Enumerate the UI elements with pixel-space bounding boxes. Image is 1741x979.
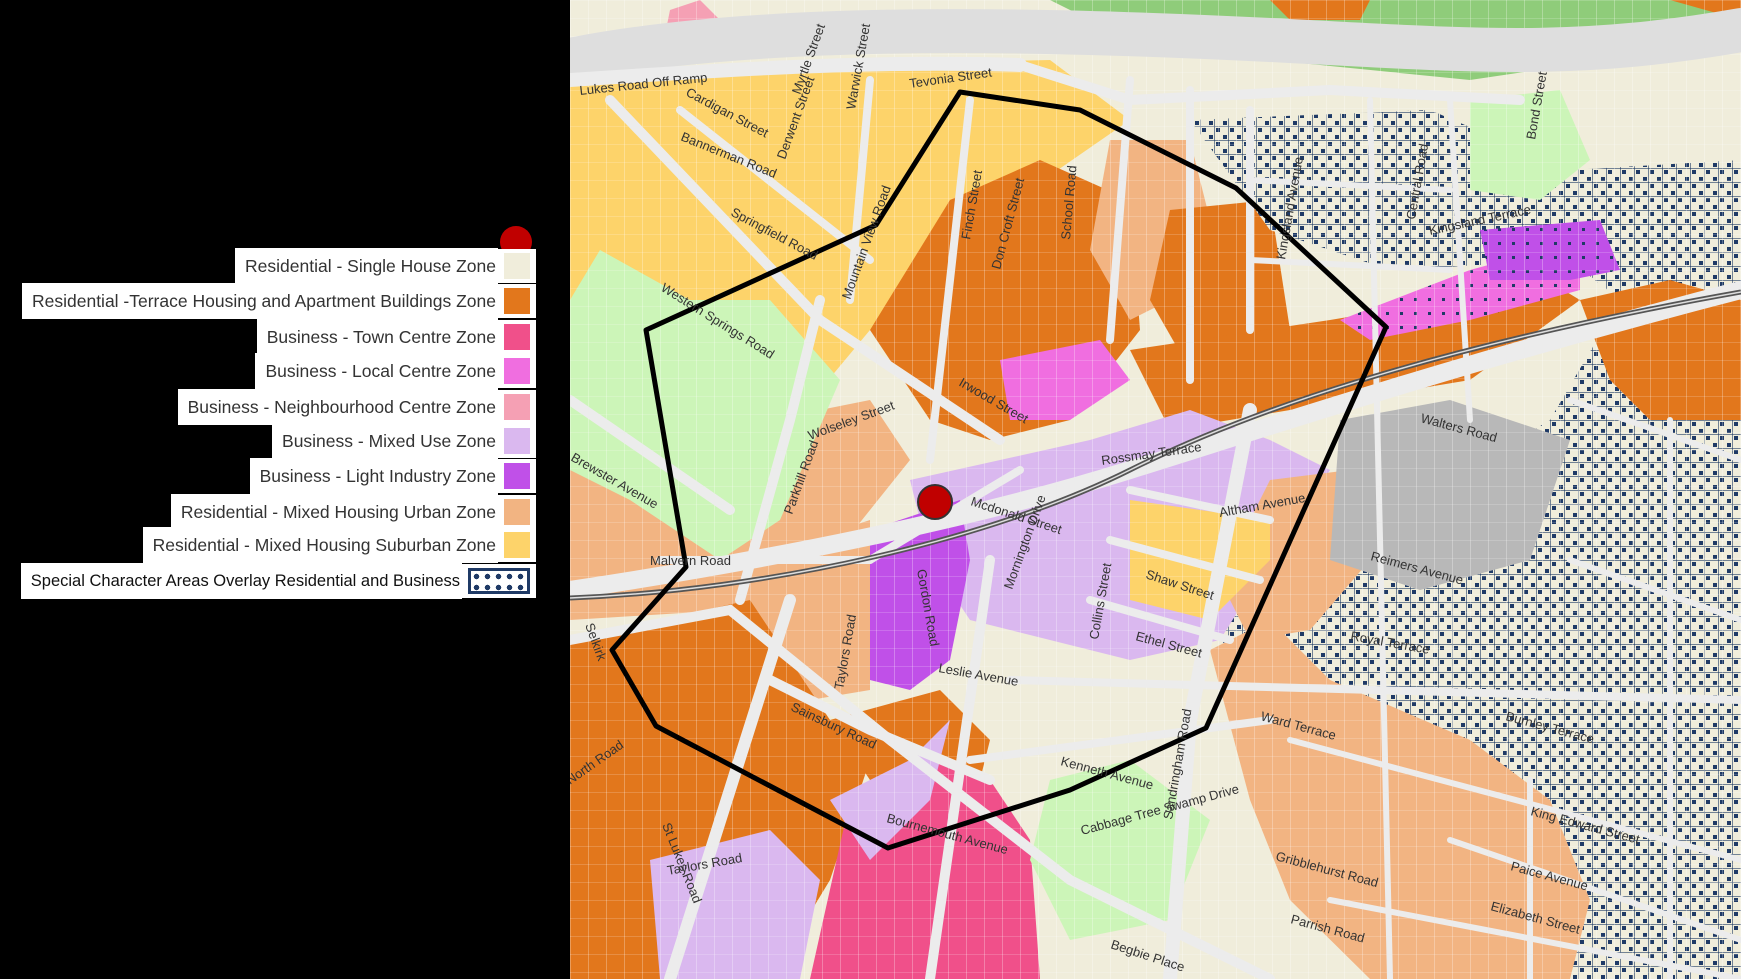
street-label: Malvern Road	[650, 553, 731, 568]
legend-swatch	[504, 532, 530, 558]
legend-label: Residential -Terrace Housing and Apartme…	[21, 283, 498, 319]
legend-swatch	[504, 288, 530, 314]
legend-item: Residential - Mixed Housing Urban Zone	[170, 494, 536, 530]
legend-swatch	[504, 428, 530, 454]
legend-label: Business - Neighbourhood Centre Zone	[177, 389, 498, 425]
legend-swatch	[504, 253, 530, 279]
legend-item: Business - Light Industry Zone	[249, 458, 536, 494]
legend-label: Residential - Mixed Housing Urban Zone	[170, 494, 498, 530]
legend-label: Business - Mixed Use Zone	[272, 423, 498, 459]
legend-label: Residential - Mixed Housing Suburban Zon…	[142, 527, 498, 563]
zoning-map[interactable]: Lukes Road Off Ramp Cardigan Street Myrtle…	[570, 0, 1741, 979]
legend-label: Special Character Areas Overlay Resident…	[20, 563, 462, 599]
legend-label: Business - Light Industry Zone	[249, 458, 498, 494]
site-marker[interactable]	[917, 484, 953, 520]
legend-label: Residential - Single House Zone	[235, 248, 498, 284]
legend-swatch	[504, 394, 530, 420]
legend-panel: Residential - Single House Zone Residenti…	[0, 0, 560, 979]
legend-label: Business - Town Centre Zone	[256, 319, 498, 355]
legend-swatch	[504, 463, 530, 489]
legend-label: Business - Local Centre Zone	[255, 353, 498, 389]
legend-swatch	[504, 324, 530, 350]
legend-item: Residential - Mixed Housing Suburban Zon…	[142, 527, 536, 563]
legend-item: Business - Mixed Use Zone	[272, 423, 536, 459]
legend-item: Business - Neighbourhood Centre Zone	[177, 389, 536, 425]
legend-item: Residential - Single House Zone	[235, 248, 536, 284]
map-canvas: Lukes Road Off RampCardigan StreetMyrtle…	[570, 0, 1741, 979]
legend-item: Business - Town Centre Zone	[256, 319, 536, 355]
legend-swatch	[504, 499, 530, 525]
legend-swatch	[504, 358, 530, 384]
legend-item: Business - Local Centre Zone	[255, 353, 536, 389]
legend-item: Special Character Areas Overlay Resident…	[20, 563, 536, 599]
legend-item: Residential -Terrace Housing and Apartme…	[21, 283, 536, 319]
legend-swatch	[468, 568, 530, 594]
